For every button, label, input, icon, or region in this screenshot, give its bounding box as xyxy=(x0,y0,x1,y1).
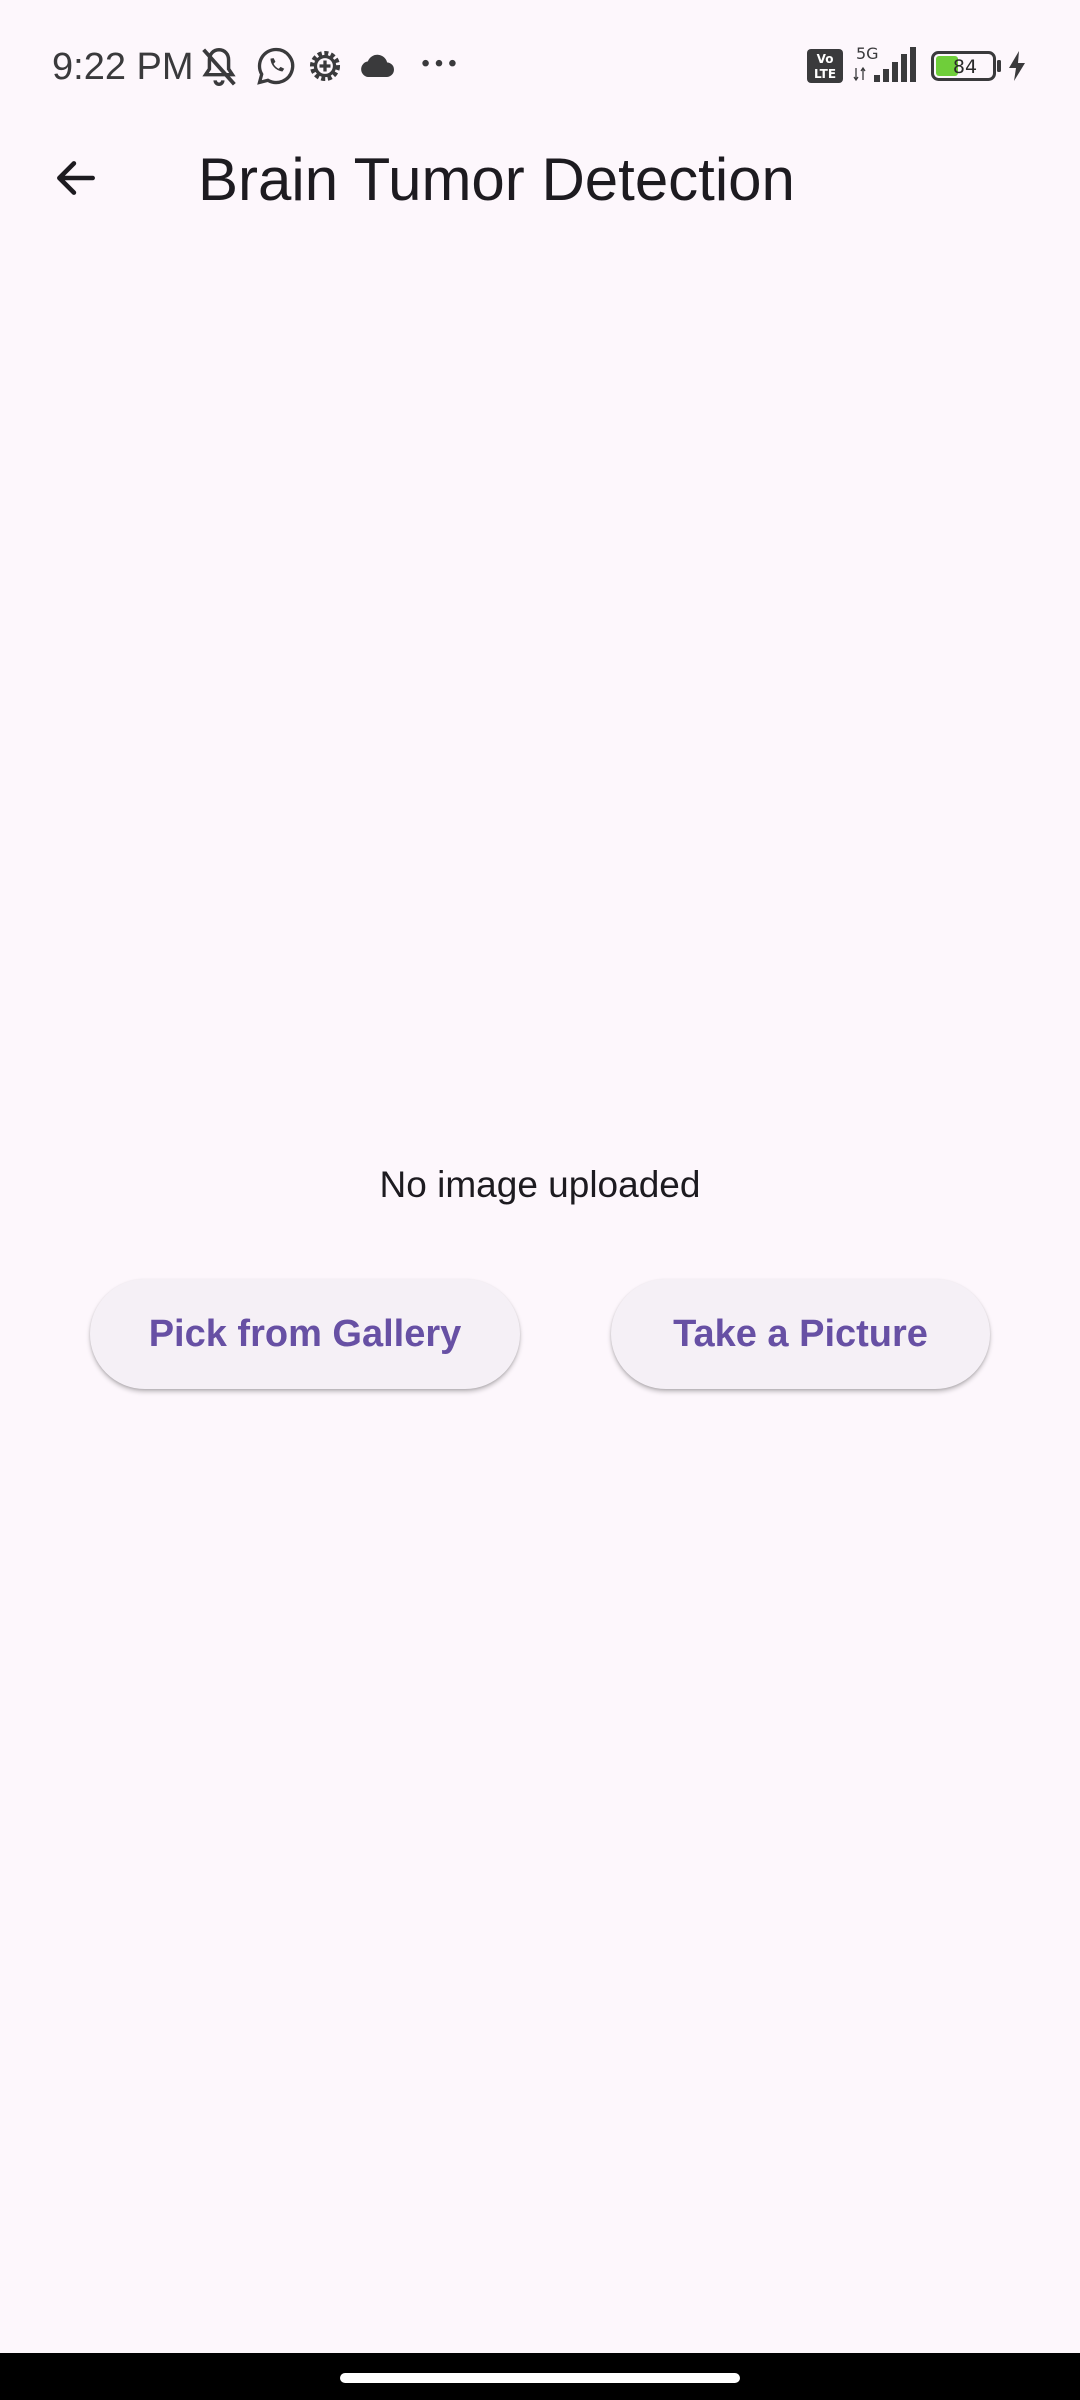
volte-line1: Vo xyxy=(817,52,834,66)
take-picture-button[interactable]: Take a Picture xyxy=(611,1279,990,1389)
status-bar: 9:22 PM Vo LTE 5G 84 xyxy=(0,0,1080,130)
page-title: Brain Tumor Detection xyxy=(198,146,795,213)
5g-signal-icon: 5G xyxy=(852,44,920,90)
back-button[interactable] xyxy=(36,140,116,220)
empty-state-message: No image uploaded xyxy=(379,1164,701,1205)
cloud-icon xyxy=(355,44,399,90)
pick-from-gallery-label: Pick from Gallery xyxy=(148,1312,462,1355)
volte-line2: LTE xyxy=(814,67,836,81)
network-type-label: 5G xyxy=(856,44,879,63)
arrow-left-icon xyxy=(51,153,101,208)
pick-from-gallery-button[interactable]: Pick from Gallery xyxy=(90,1279,520,1389)
more-dots-icon xyxy=(416,44,462,90)
app-bar: Brain Tumor Detection xyxy=(0,130,1080,230)
app-screen: 9:22 PM Vo LTE 5G 84 Brain Tumor Detecti… xyxy=(0,0,1080,2400)
whatsapp-icon xyxy=(254,44,298,90)
navigation-bar xyxy=(0,2353,1080,2400)
battery-icon: 84 xyxy=(931,51,1003,97)
home-indicator[interactable] xyxy=(340,2373,740,2383)
volte-icon: Vo LTE xyxy=(807,49,843,95)
gear-icon xyxy=(303,44,347,90)
status-time: 9:22 PM xyxy=(52,46,194,88)
battery-level: 84 xyxy=(953,56,977,78)
charging-icon xyxy=(1006,50,1028,96)
take-picture-label: Take a Picture xyxy=(673,1312,928,1355)
mute-icon xyxy=(196,44,242,90)
